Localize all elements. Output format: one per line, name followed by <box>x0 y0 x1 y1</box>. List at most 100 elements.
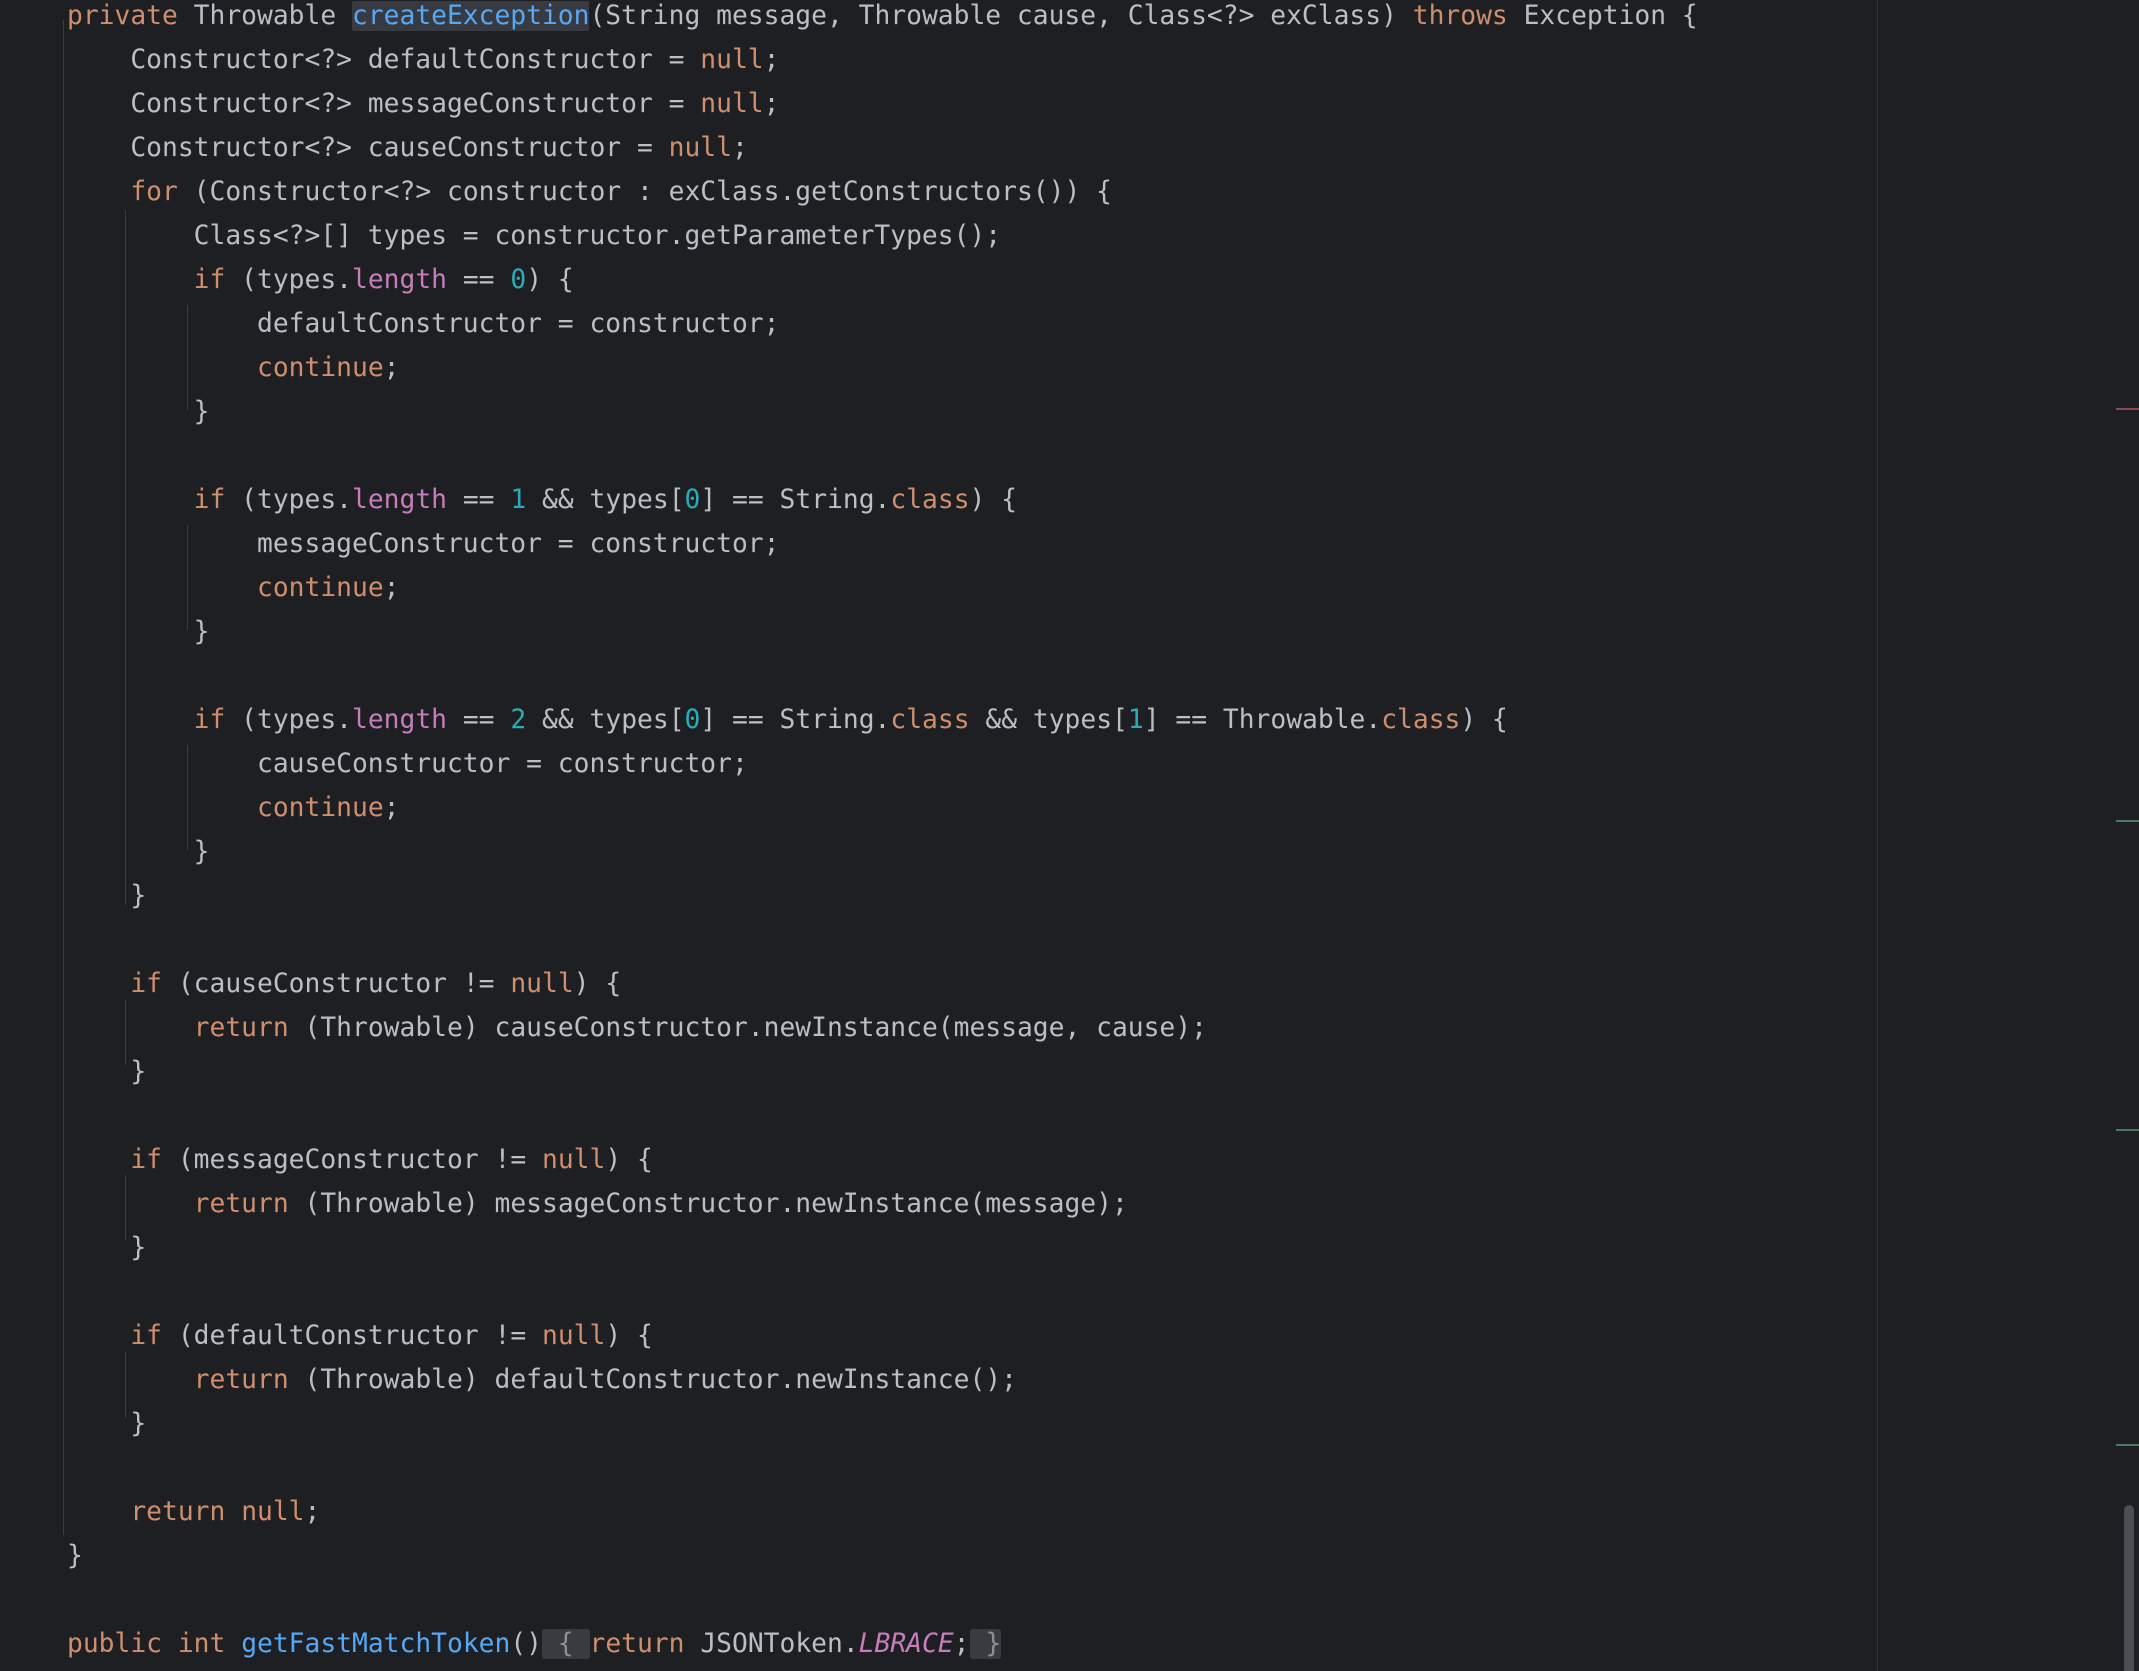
code-line[interactable]: return (Throwable) messageConstructor.ne… <box>67 1182 1128 1226</box>
code-editor[interactable]: private Throwable createException(String… <box>0 0 2139 1671</box>
code-token: } <box>67 881 147 911</box>
code-token: } <box>67 617 210 647</box>
code-line[interactable]: } <box>67 390 210 434</box>
code-line[interactable]: return (Throwable) causeConstructor.newI… <box>67 1006 1207 1050</box>
code-token: if <box>130 1145 163 1175</box>
code-token: () <box>510 1629 543 1659</box>
code-line[interactable]: public int getFastMatchToken() { return … <box>67 1622 1002 1666</box>
code-token: ) { <box>969 485 1018 515</box>
code-token: (causeConstructor != <box>162 969 511 999</box>
right-margin-line <box>1877 0 1878 1671</box>
code-token: ; <box>383 573 400 603</box>
code-token: (String message, Throwable cause, Class<… <box>589 1 1413 31</box>
code-line[interactable]: if (types.length == 2 && types[0] == Str… <box>67 698 1508 742</box>
code-line[interactable]: Constructor<?> causeConstructor = null; <box>67 126 747 170</box>
code-token: createException <box>351 1 590 31</box>
code-token: ; <box>383 793 400 823</box>
code-line[interactable]: Constructor<?> messageConstructor = null… <box>67 82 779 126</box>
code-token: } <box>67 1541 83 1571</box>
code-token: null <box>542 1321 606 1351</box>
code-token: if <box>130 1321 163 1351</box>
code-token: Constructor<?> causeConstructor = <box>67 133 669 163</box>
code-token: Class<?>[] types = constructor.getParame… <box>67 221 1002 251</box>
code-line[interactable]: } <box>67 610 210 654</box>
code-token: return <box>193 1189 289 1219</box>
code-token: == <box>447 265 511 295</box>
code-line[interactable]: Class<?>[] types = constructor.getParame… <box>67 214 1001 258</box>
folded-region[interactable]: } <box>969 1629 1002 1659</box>
code-token: && types[ <box>969 705 1128 735</box>
code-token: (Constructor<?> constructor : exClass.ge… <box>177 177 1112 207</box>
vertical-scrollbar-thumb[interactable] <box>2124 1505 2134 1671</box>
code-token: (Throwable) causeConstructor.newInstance… <box>288 1013 1207 1043</box>
code-line[interactable]: } <box>67 1534 83 1578</box>
code-line[interactable]: } <box>67 1226 146 1270</box>
code-token: null <box>700 89 764 119</box>
code-line[interactable]: defaultConstructor = constructor; <box>67 302 779 346</box>
code-token: causeConstructor = constructor; <box>67 749 748 779</box>
code-line[interactable]: Constructor<?> defaultConstructor = null… <box>67 38 779 82</box>
code-token: public <box>67 1629 162 1659</box>
code-line[interactable]: } <box>67 1402 146 1446</box>
code-token: if <box>193 705 226 735</box>
code-line[interactable]: if (defaultConstructor != null) { <box>67 1314 653 1358</box>
code-line[interactable]: continue; <box>67 786 400 830</box>
code-token: defaultConstructor = constructor; <box>67 309 780 339</box>
code-token: class <box>1381 705 1461 735</box>
code-token: length <box>352 705 448 735</box>
change-marker[interactable] <box>2116 1444 2139 1446</box>
code-token: length <box>352 265 448 295</box>
code-token: Throwable <box>177 1 352 31</box>
code-line[interactable]: messageConstructor = constructor; <box>67 522 779 566</box>
code-line[interactable]: if (messageConstructor != null) { <box>67 1138 653 1182</box>
code-line[interactable]: } <box>67 830 210 874</box>
code-token: ) { <box>1460 705 1508 735</box>
code-line[interactable]: if (types.length == 1 && types[0] == Str… <box>67 478 1017 522</box>
change-marker[interactable] <box>2116 408 2139 410</box>
code-line[interactable]: causeConstructor = constructor; <box>67 742 748 786</box>
code-line[interactable]: continue; <box>67 566 400 610</box>
code-token: (types. <box>225 705 353 735</box>
change-marker[interactable] <box>2116 820 2139 822</box>
code-line[interactable]: if (causeConstructor != null) { <box>67 962 621 1006</box>
code-token: (types. <box>225 265 353 295</box>
code-line[interactable]: } <box>67 874 146 918</box>
code-token: ; <box>383 353 400 383</box>
code-token: 0 <box>684 485 701 515</box>
code-line[interactable]: for (Constructor<?> constructor : exClas… <box>67 170 1112 214</box>
code-line[interactable]: private Throwable createException(String… <box>67 0 1698 38</box>
code-token: null <box>542 1145 606 1175</box>
code-token: ] == Throwable. <box>1143 705 1382 735</box>
indent-guide <box>187 745 188 850</box>
indent-guide <box>187 525 188 630</box>
code-token: ] == String. <box>700 705 891 735</box>
code-token: (types. <box>225 485 353 515</box>
code-token: (Throwable) defaultConstructor.newInstan… <box>288 1365 1017 1395</box>
code-line[interactable]: if (types.length == 0) { <box>67 258 574 302</box>
code-line[interactable]: } <box>67 1050 146 1094</box>
code-token: return <box>130 1497 226 1527</box>
code-token: JSONToken. <box>684 1629 859 1659</box>
code-token: ) { <box>526 265 574 295</box>
indent-guide <box>63 20 64 1535</box>
change-marker[interactable] <box>2116 1129 2139 1131</box>
code-token: (defaultConstructor != <box>162 1321 542 1351</box>
code-token: && types[ <box>526 485 685 515</box>
code-line[interactable]: return null; <box>67 1490 320 1534</box>
indent-guide <box>187 305 188 410</box>
code-token: return <box>589 1629 685 1659</box>
code-token: class <box>890 705 970 735</box>
code-token: 2 <box>510 705 527 735</box>
folded-region[interactable]: { <box>542 1629 590 1659</box>
code-token: if <box>193 485 226 515</box>
code-line[interactable]: continue; <box>67 346 400 390</box>
code-line[interactable]: return (Throwable) defaultConstructor.ne… <box>67 1358 1017 1402</box>
